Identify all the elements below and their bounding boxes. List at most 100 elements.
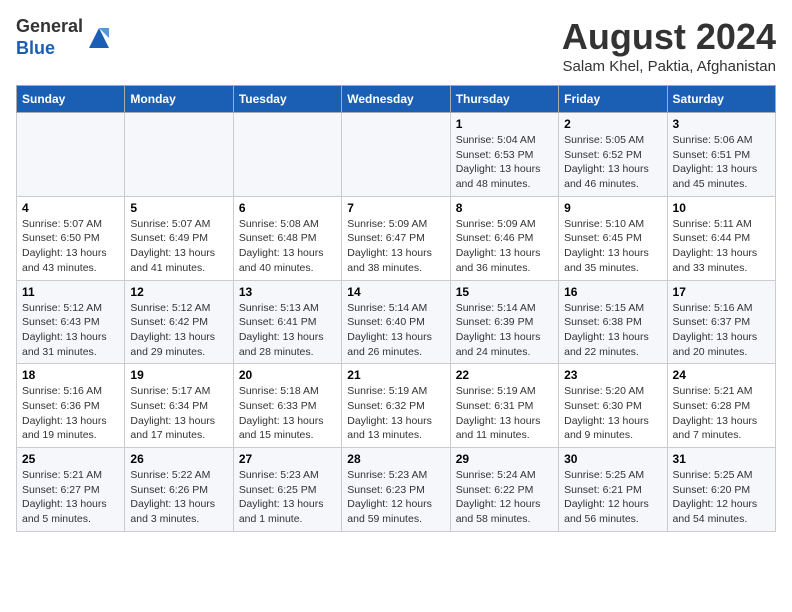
day-number: 22: [456, 368, 553, 382]
day-detail: Sunrise: 5:24 AMSunset: 6:22 PMDaylight:…: [456, 468, 553, 527]
calendar-table: SundayMondayTuesdayWednesdayThursdayFrid…: [16, 85, 776, 532]
day-number: 29: [456, 452, 553, 466]
day-detail: Sunrise: 5:07 AMSunset: 6:49 PMDaylight:…: [130, 217, 227, 276]
calendar-cell: 19 Sunrise: 5:17 AMSunset: 6:34 PMDayligh…: [125, 364, 233, 448]
calendar-cell: 24 Sunrise: 5:21 AMSunset: 6:28 PMDayligh…: [667, 364, 775, 448]
day-detail: Sunrise: 5:17 AMSunset: 6:34 PMDaylight:…: [130, 384, 227, 443]
logo-general: General: [16, 16, 83, 36]
header-sunday: Sunday: [17, 86, 125, 113]
day-number: 3: [673, 117, 770, 131]
header-saturday: Saturday: [667, 86, 775, 113]
day-detail: Sunrise: 5:08 AMSunset: 6:48 PMDaylight:…: [239, 217, 336, 276]
header-thursday: Thursday: [450, 86, 558, 113]
header-monday: Monday: [125, 86, 233, 113]
day-detail: Sunrise: 5:16 AMSunset: 6:37 PMDaylight:…: [673, 301, 770, 360]
calendar-cell: 12Sunrise: 5:12 AMSunset: 6:42 PMDayligh…: [125, 280, 233, 364]
calendar-cell: 15 Sunrise: 5:14 AMSunset: 6:39 PMDayligh…: [450, 280, 558, 364]
header-friday: Friday: [559, 86, 667, 113]
day-detail: Sunrise: 5:05 AMSunset: 6:52 PMDaylight:…: [564, 133, 661, 192]
day-number: 19: [130, 368, 227, 382]
day-detail: Sunrise: 5:19 AMSunset: 6:32 PMDaylight:…: [347, 384, 444, 443]
day-detail: Sunrise: 5:13 AMSunset: 6:41 PMDaylight:…: [239, 301, 336, 360]
day-detail: Sunrise: 5:23 AMSunset: 6:23 PMDaylight:…: [347, 468, 444, 527]
day-detail: Sunrise: 5:14 AMSunset: 6:40 PMDaylight:…: [347, 301, 444, 360]
calendar-cell: 7Sunrise: 5:09 AMSunset: 6:47 PMDaylight…: [342, 196, 450, 280]
day-detail: Sunrise: 5:23 AMSunset: 6:25 PMDaylight:…: [239, 468, 336, 527]
day-number: 10: [673, 201, 770, 215]
calendar-cell: 11 Sunrise: 5:12 AMSunset: 6:43 PMDayligh…: [17, 280, 125, 364]
calendar-cell: 21Sunrise: 5:19 AMSunset: 6:32 PMDayligh…: [342, 364, 450, 448]
day-number: 11: [22, 285, 119, 299]
day-detail: Sunrise: 5:14 AMSunset: 6:39 PMDaylight:…: [456, 301, 553, 360]
weekday-header-row: SundayMondayTuesdayWednesdayThursdayFrid…: [17, 86, 776, 113]
week-row-1: 1 Sunrise: 5:04 AMSunset: 6:53 PMDaylight…: [17, 113, 776, 197]
week-row-4: 18 Sunrise: 5:16 AMSunset: 6:36 PMDayligh…: [17, 364, 776, 448]
day-detail: Sunrise: 5:04 AMSunset: 6:53 PMDaylight:…: [456, 133, 553, 192]
day-detail: Sunrise: 5:25 AMSunset: 6:21 PMDaylight:…: [564, 468, 661, 527]
day-number: 5: [130, 201, 227, 215]
calendar-cell: 6 Sunrise: 5:08 AMSunset: 6:48 PMDaylight…: [233, 196, 341, 280]
day-number: 2: [564, 117, 661, 131]
day-detail: Sunrise: 5:10 AMSunset: 6:45 PMDaylight:…: [564, 217, 661, 276]
calendar-cell: 4 Sunrise: 5:07 AMSunset: 6:50 PMDaylight…: [17, 196, 125, 280]
day-number: 31: [673, 452, 770, 466]
day-detail: Sunrise: 5:07 AMSunset: 6:50 PMDaylight:…: [22, 217, 119, 276]
day-detail: Sunrise: 5:21 AMSunset: 6:27 PMDaylight:…: [22, 468, 119, 527]
calendar-cell: 29 Sunrise: 5:24 AMSunset: 6:22 PMDayligh…: [450, 448, 558, 532]
day-number: 15: [456, 285, 553, 299]
week-row-5: 25Sunrise: 5:21 AMSunset: 6:27 PMDayligh…: [17, 448, 776, 532]
calendar-cell: 28Sunrise: 5:23 AMSunset: 6:23 PMDayligh…: [342, 448, 450, 532]
day-detail: Sunrise: 5:18 AMSunset: 6:33 PMDaylight:…: [239, 384, 336, 443]
calendar-cell: 3Sunrise: 5:06 AMSunset: 6:51 PMDaylight…: [667, 113, 775, 197]
calendar-cell: 16 Sunrise: 5:15 AMSunset: 6:38 PMDayligh…: [559, 280, 667, 364]
day-detail: Sunrise: 5:16 AMSunset: 6:36 PMDaylight:…: [22, 384, 119, 443]
day-detail: Sunrise: 5:11 AMSunset: 6:44 PMDaylight:…: [673, 217, 770, 276]
calendar-cell: [17, 113, 125, 197]
day-number: 24: [673, 368, 770, 382]
logo-blue: Blue: [16, 38, 55, 58]
day-number: 13: [239, 285, 336, 299]
day-detail: Sunrise: 5:12 AMSunset: 6:43 PMDaylight:…: [22, 301, 119, 360]
day-number: 27: [239, 452, 336, 466]
calendar-cell: [342, 113, 450, 197]
day-detail: Sunrise: 5:09 AMSunset: 6:46 PMDaylight:…: [456, 217, 553, 276]
calendar-cell: 13 Sunrise: 5:13 AMSunset: 6:41 PMDayligh…: [233, 280, 341, 364]
day-detail: Sunrise: 5:19 AMSunset: 6:31 PMDaylight:…: [456, 384, 553, 443]
calendar-cell: 1 Sunrise: 5:04 AMSunset: 6:53 PMDaylight…: [450, 113, 558, 197]
calendar-cell: 20 Sunrise: 5:18 AMSunset: 6:33 PMDayligh…: [233, 364, 341, 448]
day-detail: Sunrise: 5:09 AMSunset: 6:47 PMDaylight:…: [347, 217, 444, 276]
day-detail: Sunrise: 5:25 AMSunset: 6:20 PMDaylight:…: [673, 468, 770, 527]
calendar-cell: 26Sunrise: 5:22 AMSunset: 6:26 PMDayligh…: [125, 448, 233, 532]
page-header: General Blue August 2024 Salam Khel, Pak…: [16, 16, 776, 75]
subtitle: Salam Khel, Paktia, Afghanistan: [562, 58, 776, 75]
day-number: 20: [239, 368, 336, 382]
calendar-cell: 31 Sunrise: 5:25 AMSunset: 6:20 PMDayligh…: [667, 448, 775, 532]
calendar-cell: [233, 113, 341, 197]
day-number: 23: [564, 368, 661, 382]
calendar-cell: 2 Sunrise: 5:05 AMSunset: 6:52 PMDaylight…: [559, 113, 667, 197]
calendar-cell: [125, 113, 233, 197]
day-number: 8: [456, 201, 553, 215]
day-number: 14: [347, 285, 444, 299]
day-number: 1: [456, 117, 553, 131]
calendar-cell: 27 Sunrise: 5:23 AMSunset: 6:25 PMDayligh…: [233, 448, 341, 532]
week-row-3: 11 Sunrise: 5:12 AMSunset: 6:43 PMDayligh…: [17, 280, 776, 364]
calendar-cell: 22 Sunrise: 5:19 AMSunset: 6:31 PMDayligh…: [450, 364, 558, 448]
day-number: 26: [130, 452, 227, 466]
calendar-cell: 8 Sunrise: 5:09 AMSunset: 6:46 PMDaylight…: [450, 196, 558, 280]
logo: General Blue: [16, 16, 113, 59]
day-number: 6: [239, 201, 336, 215]
header-tuesday: Tuesday: [233, 86, 341, 113]
day-number: 4: [22, 201, 119, 215]
header-wednesday: Wednesday: [342, 86, 450, 113]
calendar-cell: 9 Sunrise: 5:10 AMSunset: 6:45 PMDaylight…: [559, 196, 667, 280]
day-number: 18: [22, 368, 119, 382]
day-number: 9: [564, 201, 661, 215]
week-row-2: 4 Sunrise: 5:07 AMSunset: 6:50 PMDaylight…: [17, 196, 776, 280]
main-title: August 2024: [562, 16, 776, 58]
day-number: 16: [564, 285, 661, 299]
day-number: 30: [564, 452, 661, 466]
day-detail: Sunrise: 5:20 AMSunset: 6:30 PMDaylight:…: [564, 384, 661, 443]
day-detail: Sunrise: 5:21 AMSunset: 6:28 PMDaylight:…: [673, 384, 770, 443]
day-detail: Sunrise: 5:15 AMSunset: 6:38 PMDaylight:…: [564, 301, 661, 360]
